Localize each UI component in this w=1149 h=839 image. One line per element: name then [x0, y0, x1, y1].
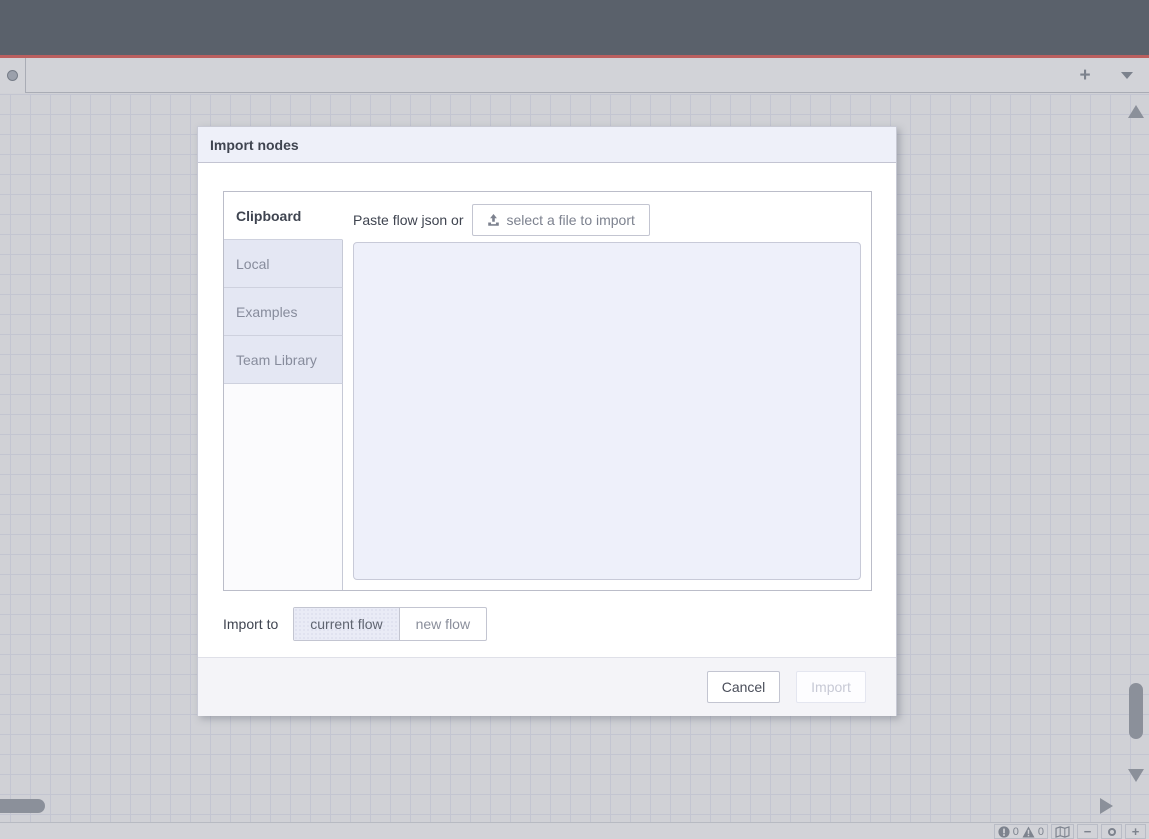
import-tabs: Clipboard Local Examples Team Library: [224, 192, 343, 590]
notifications-counter[interactable]: 0 0: [994, 824, 1048, 839]
import-to-label: Import to: [223, 616, 278, 632]
upload-icon: [487, 214, 500, 227]
map-icon: [1055, 826, 1070, 838]
select-file-button[interactable]: select a file to import: [472, 204, 650, 236]
import-json-textarea[interactable]: [353, 242, 861, 580]
import-box: Clipboard Local Examples Team Library Pa…: [223, 191, 872, 591]
scroll-down-icon[interactable]: [1128, 769, 1144, 782]
workspace-tab-bar: +: [0, 58, 1149, 93]
workspace-tab-active[interactable]: [0, 58, 26, 93]
import-to-row: Import to current flow new flow: [223, 606, 487, 642]
import-nodes-dialog: Import nodes Clipboard Local Examples Te…: [197, 126, 897, 716]
zoom-out-icon: −: [1084, 825, 1092, 838]
chevron-down-icon: [1121, 72, 1133, 79]
import-button[interactable]: Import: [796, 671, 866, 703]
error-count: 0: [1013, 826, 1019, 838]
flow-list-button[interactable]: [1113, 61, 1141, 89]
add-flow-button[interactable]: +: [1071, 61, 1099, 89]
circle-icon: [7, 70, 18, 81]
zoom-in-icon: +: [1132, 825, 1140, 838]
tab-team-library-label: Team Library: [236, 352, 317, 368]
tab-team-library[interactable]: Team Library: [224, 336, 343, 384]
tab-local-label: Local: [236, 256, 269, 272]
zoom-reset-button[interactable]: [1101, 824, 1122, 839]
scroll-right-icon[interactable]: [1100, 798, 1113, 814]
import-destination-toggle: current flow new flow: [293, 607, 487, 641]
plus-icon: +: [1079, 66, 1090, 85]
tab-examples[interactable]: Examples: [224, 288, 343, 336]
app-header: [0, 0, 1149, 55]
vertical-scrollbar-thumb[interactable]: [1129, 683, 1143, 739]
tab-local[interactable]: Local: [224, 240, 343, 288]
dialog-title: Import nodes: [210, 137, 299, 153]
scroll-up-icon[interactable]: [1128, 105, 1144, 118]
dialog-body: Clipboard Local Examples Team Library Pa…: [198, 163, 896, 657]
zoom-reset-icon: [1108, 828, 1116, 836]
paste-flow-label: Paste flow json or: [353, 212, 464, 228]
current-flow-button[interactable]: current flow: [294, 608, 399, 640]
tab-clipboard-label: Clipboard: [236, 208, 301, 224]
select-file-button-label: select a file to import: [507, 212, 635, 228]
dialog-footer: Cancel Import: [198, 657, 896, 716]
tab-column-filler: [224, 384, 343, 590]
status-bar: 0 0 − +: [0, 822, 1149, 839]
tab-clipboard[interactable]: Clipboard: [224, 192, 343, 240]
warning-count: 0: [1038, 826, 1044, 838]
zoom-out-button[interactable]: −: [1077, 824, 1098, 839]
cancel-button[interactable]: Cancel: [707, 671, 780, 703]
tab-examples-label: Examples: [236, 304, 297, 320]
navigator-toggle-button[interactable]: [1051, 824, 1074, 839]
exclamation-circle-icon: [998, 826, 1010, 838]
zoom-in-button[interactable]: +: [1125, 824, 1146, 839]
clipboard-pane: Paste flow json or select a file to impo…: [343, 192, 871, 590]
horizontal-scrollbar-thumb[interactable]: [0, 799, 45, 813]
new-flow-button[interactable]: new flow: [400, 608, 486, 640]
dialog-titlebar: Import nodes: [198, 127, 896, 163]
warning-triangle-icon: [1022, 826, 1035, 838]
